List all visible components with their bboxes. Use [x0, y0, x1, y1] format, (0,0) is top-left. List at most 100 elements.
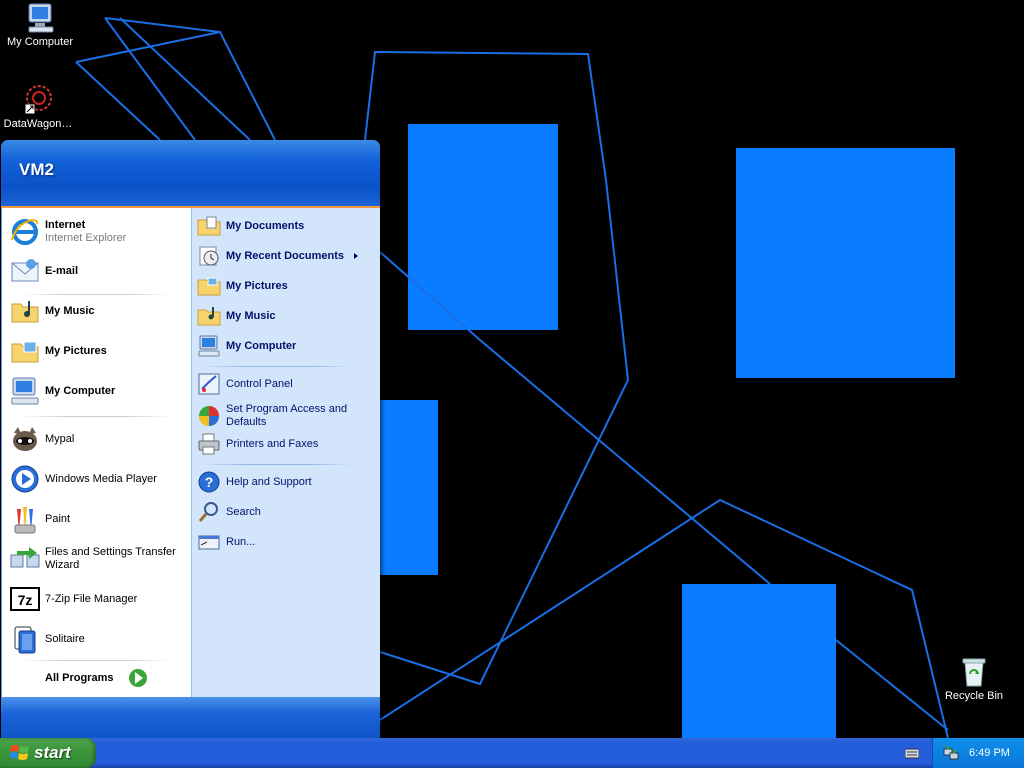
- recent-item-label: Mypal: [45, 432, 75, 445]
- recent-item-label: My Music: [45, 304, 95, 317]
- place-label: My Computer: [226, 339, 297, 352]
- help-label: Run...: [226, 535, 256, 548]
- recent-item-solitaire[interactable]: Solitaire: [9, 621, 187, 657]
- svg-text:7z: 7z: [18, 592, 33, 608]
- submenu-arrow-icon: [353, 253, 358, 259]
- windows-logo-icon: [10, 745, 29, 760]
- all-programs-label: All Programs: [45, 672, 114, 684]
- computer-icon: [198, 335, 220, 357]
- recent-item-label: Paint: [45, 512, 71, 525]
- recent-item-label: My Computer: [45, 384, 116, 397]
- desktop-icon-datawagon[interactable]: DataWagon…: [0, 84, 78, 130]
- recent-item-7zip[interactable]: 7z 7-Zip File Manager: [9, 581, 187, 617]
- arrow-right-icon: [129, 669, 147, 687]
- recent-item-transfer-wizard[interactable]: Files and Settings Transfer Wizard: [9, 541, 187, 577]
- recent-item-label: My Pictures: [45, 344, 107, 357]
- start-button[interactable]: start: [0, 738, 96, 768]
- place-label: My Documents: [226, 219, 305, 232]
- user-name: VM2: [19, 160, 54, 179]
- help-label: Search: [226, 505, 261, 518]
- system-control-panel[interactable]: Control Panel: [197, 371, 375, 397]
- start-menu: VM2 Internet Internet Explorer E-mail My …: [1, 140, 380, 738]
- help-label: Help and Support: [226, 475, 312, 488]
- start-label: start: [34, 743, 71, 762]
- separator: [201, 464, 353, 465]
- start-menu-footer: [1, 697, 380, 738]
- wallpaper-square: [736, 148, 955, 378]
- recent-item-label: Solitaire: [45, 632, 85, 645]
- run[interactable]: Run...: [197, 529, 375, 555]
- program-access-icon: [199, 406, 219, 426]
- documents-folder-icon: [197, 216, 221, 236]
- pinned-item-internet[interactable]: Internet Internet Explorer: [9, 214, 187, 250]
- system-label-line2: Defaults: [226, 416, 267, 428]
- datawagon-shortcut-icon: [24, 85, 52, 115]
- pictures-folder-icon: [11, 341, 39, 363]
- network-icon[interactable]: [943, 745, 959, 761]
- taskbar: start 6:49 PM: [0, 738, 1024, 768]
- system-label: Printers and Faxes: [226, 437, 319, 450]
- desktop-icon-recycle-bin[interactable]: Recycle Bin: [934, 656, 1014, 702]
- system-label: Set Program Access and: [226, 403, 348, 415]
- desktop-icon-label: DataWagon…: [3, 118, 73, 130]
- place-label: My Music: [226, 309, 276, 322]
- recent-item-my-computer[interactable]: My Computer: [9, 373, 187, 409]
- printer-icon: [198, 433, 220, 455]
- recent-item-mypal[interactable]: Mypal: [9, 421, 187, 457]
- pinned-item-label: Internet: [45, 219, 86, 231]
- start-menu-header: VM2: [1, 140, 380, 208]
- desktop-icon-label: My Computer: [6, 36, 74, 48]
- transfer-wizard-icon: [10, 547, 40, 568]
- place-my-computer[interactable]: My Computer: [197, 333, 375, 359]
- pictures-folder-icon: [197, 277, 221, 296]
- solitaire-icon: [14, 626, 36, 654]
- wallpaper-square: [682, 584, 836, 738]
- internet-explorer-icon: [11, 219, 38, 245]
- recent-documents-icon: [199, 246, 219, 266]
- recycle-bin-icon: [962, 658, 986, 687]
- separator: [21, 416, 171, 417]
- media-player-icon: [11, 465, 39, 493]
- my-computer-icon: [28, 3, 54, 33]
- computer-icon: [11, 377, 39, 405]
- place-label: My Pictures: [226, 279, 288, 292]
- place-label: My Recent Documents: [226, 249, 344, 262]
- pinned-item-email[interactable]: E-mail: [9, 253, 187, 289]
- help-icon: ?: [198, 471, 220, 493]
- wallpaper-square: [380, 400, 438, 575]
- recent-item-label: Windows Media Player: [45, 472, 157, 485]
- recent-item-my-pictures[interactable]: My Pictures: [9, 333, 187, 369]
- recent-item-media-player[interactable]: Windows Media Player: [9, 461, 187, 497]
- recent-item-paint[interactable]: Paint: [9, 501, 187, 537]
- mypal-icon: [13, 427, 37, 451]
- wallpaper-square: [408, 124, 558, 330]
- search[interactable]: Search: [197, 499, 375, 525]
- recent-item-label: 7-Zip File Manager: [45, 592, 138, 605]
- keyboard-icon[interactable]: [905, 747, 919, 759]
- recent-item-label-line2: Wizard: [45, 559, 80, 571]
- search-icon: [198, 502, 218, 522]
- pinned-item-label: E-mail: [45, 264, 79, 277]
- system-program-access[interactable]: Set Program Access and Defaults: [197, 401, 375, 431]
- place-my-documents[interactable]: My Documents: [197, 213, 375, 239]
- svg-text:?: ?: [205, 474, 214, 490]
- run-icon: [198, 535, 220, 550]
- place-my-pictures[interactable]: My Pictures: [197, 273, 375, 299]
- recent-item-my-music[interactable]: My Music: [9, 293, 187, 329]
- desktop-icon-label: Recycle Bin: [944, 690, 1004, 702]
- clock[interactable]: 6:49 PM: [969, 747, 1010, 759]
- control-panel-icon: [198, 373, 220, 395]
- separator: [201, 366, 353, 367]
- place-my-music[interactable]: My Music: [197, 303, 375, 329]
- music-folder-icon: [197, 307, 221, 326]
- help-and-support[interactable]: ? Help and Support: [197, 469, 375, 495]
- pinned-item-sublabel: Internet Explorer: [45, 232, 127, 244]
- paint-icon: [14, 507, 36, 534]
- music-folder-icon: [11, 301, 39, 323]
- separator: [21, 660, 171, 661]
- recent-item-label: Files and Settings Transfer: [45, 546, 176, 558]
- desktop-icon-my-computer[interactable]: My Computer: [0, 2, 80, 48]
- system-printers-faxes[interactable]: Printers and Faxes: [197, 431, 375, 457]
- place-my-recent-documents[interactable]: My Recent Documents: [197, 243, 375, 269]
- system-tray: 6:49 PM: [932, 738, 1024, 768]
